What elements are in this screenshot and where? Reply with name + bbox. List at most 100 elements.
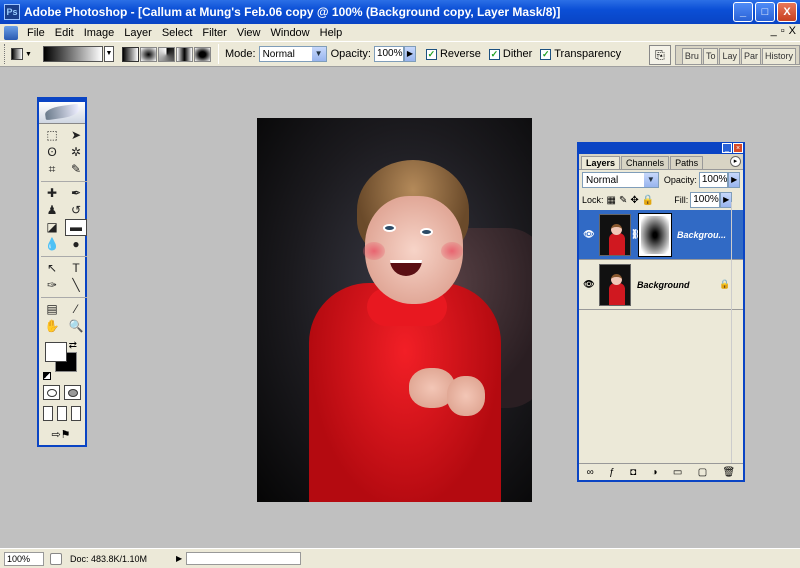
status-menu-arrow-icon[interactable]: ▶: [176, 554, 186, 563]
layer-opacity-slider-button[interactable]: ▶: [728, 172, 740, 188]
hand-tool-icon[interactable]: ✋: [41, 318, 63, 335]
full-screen-menu-mode-icon[interactable]: [57, 406, 67, 421]
add-mask-icon[interactable]: ◘: [630, 467, 636, 478]
minimize-button[interactable]: _: [733, 2, 753, 22]
layer-style-icon[interactable]: ƒ: [609, 467, 615, 478]
mode-select[interactable]: Normal ▼: [258, 46, 327, 62]
eraser-tool-icon[interactable]: ◪: [41, 219, 63, 236]
dodge-tool-icon[interactable]: ●: [65, 236, 87, 253]
layer-name[interactable]: Backgrou...: [677, 230, 731, 240]
opacity-slider-button[interactable]: ▶: [403, 46, 416, 62]
brush-tool-icon[interactable]: ✒: [65, 185, 87, 202]
layers-scrollbar[interactable]: [731, 202, 741, 464]
move-tool-icon[interactable]: ➤: [65, 127, 87, 144]
layer-row-background[interactable]: 👁 Background 🔒: [579, 260, 743, 310]
gradient-dropdown-button[interactable]: ▼: [104, 46, 114, 62]
visibility-eye-icon[interactable]: 👁: [579, 229, 599, 240]
well-tab-layer-comps[interactable]: Lay: [719, 48, 740, 64]
clone-stamp-tool-icon[interactable]: ♟: [41, 202, 63, 219]
layer-thumbnail[interactable]: [599, 213, 631, 256]
tab-channels[interactable]: Channels: [621, 156, 670, 169]
zoom-input[interactable]: 100%: [4, 551, 44, 566]
default-colors-icon[interactable]: [43, 372, 51, 380]
reflected-gradient-button[interactable]: [176, 46, 193, 62]
delete-layer-icon[interactable]: 🗑: [723, 467, 736, 478]
diamond-gradient-button[interactable]: [194, 46, 211, 62]
visibility-eye-icon[interactable]: 👁: [579, 279, 599, 290]
blend-mode-select[interactable]: Normal ▼: [582, 172, 659, 188]
opacity-input[interactable]: 100%: [373, 46, 404, 62]
lasso-tool-icon[interactable]: ʘ: [41, 144, 63, 161]
toolbox-header[interactable]: [39, 102, 85, 124]
angle-gradient-button[interactable]: [158, 46, 175, 62]
crop-tool-icon[interactable]: ⌗: [41, 161, 63, 178]
standard-screen-mode-icon[interactable]: [43, 406, 53, 421]
type-tool-icon[interactable]: T: [65, 260, 87, 277]
foreground-color-swatch[interactable]: [45, 342, 67, 362]
document-canvas[interactable]: [257, 118, 532, 502]
close-button[interactable]: X: [777, 2, 797, 22]
new-group-icon[interactable]: ▭: [673, 467, 682, 478]
imageready-jump-icon[interactable]: ⇨⚑: [43, 427, 79, 442]
notes-tool-icon[interactable]: ▤: [41, 301, 63, 318]
tab-paths[interactable]: Paths: [670, 156, 704, 169]
maximize-button[interactable]: □: [755, 2, 775, 22]
tab-layers[interactable]: Layers: [581, 156, 621, 169]
adjustment-layer-icon[interactable]: ◑: [652, 467, 658, 478]
path-selection-tool-icon[interactable]: ↖: [41, 260, 63, 277]
new-layer-icon[interactable]: ▢: [698, 467, 707, 478]
file-browser-icon[interactable]: ⎘: [648, 45, 671, 65]
menu-filter[interactable]: Filter: [197, 27, 231, 39]
menu-view[interactable]: View: [232, 27, 266, 39]
reverse-checkbox[interactable]: ✓ Reverse: [425, 48, 481, 60]
layer-opacity-input[interactable]: 100%: [698, 172, 729, 188]
mask-link-icon[interactable]: ⛓: [631, 229, 642, 240]
gradient-picker[interactable]: [43, 46, 103, 62]
gradient-tool-icon[interactable]: ▬: [65, 219, 87, 236]
tool-preset-picker[interactable]: ▼: [11, 45, 37, 63]
palette-menu-icon[interactable]: ▸: [730, 156, 741, 167]
full-screen-mode-icon[interactable]: [71, 406, 81, 421]
magic-wand-tool-icon[interactable]: ✲: [65, 144, 87, 161]
menu-layer[interactable]: Layer: [119, 27, 157, 39]
blur-tool-icon[interactable]: 💧: [41, 236, 63, 253]
doc-close-button[interactable]: X: [789, 25, 796, 37]
slice-tool-icon[interactable]: ✎: [65, 161, 87, 178]
lock-image-icon[interactable]: ✎: [619, 195, 627, 206]
palette-close-button[interactable]: ×: [733, 143, 743, 153]
pen-tool-icon[interactable]: ✑: [41, 277, 63, 294]
lock-position-icon[interactable]: ✥: [630, 195, 638, 206]
layer-name[interactable]: Background: [637, 280, 707, 290]
link-layers-icon[interactable]: ∞: [587, 467, 594, 478]
menu-help[interactable]: Help: [315, 27, 348, 39]
document-icon[interactable]: [4, 25, 18, 40]
eyedropper-tool-icon[interactable]: ⁄: [65, 301, 87, 318]
status-info-icon[interactable]: [50, 552, 62, 565]
well-tab-brushes[interactable]: Bru: [681, 48, 702, 64]
well-tab-tool-presets[interactable]: To: [702, 48, 719, 64]
dither-checkbox[interactable]: ✓ Dither: [488, 48, 532, 60]
lock-transparency-icon[interactable]: ▦: [607, 195, 616, 206]
menu-edit[interactable]: Edit: [50, 27, 79, 39]
radial-gradient-button[interactable]: [140, 46, 157, 62]
photoshop-app-icon[interactable]: Ps: [4, 4, 20, 20]
menu-image[interactable]: Image: [79, 27, 120, 39]
standard-mode-button[interactable]: [43, 385, 60, 400]
options-grip[interactable]: [4, 44, 7, 64]
marquee-tool-icon[interactable]: ⬚: [41, 127, 63, 144]
layer-thumbnail[interactable]: [599, 263, 631, 306]
well-tab-paragraph[interactable]: Par: [740, 48, 761, 64]
history-brush-tool-icon[interactable]: ↺: [65, 202, 87, 219]
doc-restore-button[interactable]: ▫: [781, 25, 785, 37]
linear-gradient-button[interactable]: [122, 46, 139, 62]
line-tool-icon[interactable]: ╲: [65, 277, 87, 294]
doc-minimize-button[interactable]: _: [771, 25, 777, 37]
quick-mask-mode-button[interactable]: [64, 385, 81, 400]
well-tab-history[interactable]: History: [761, 48, 796, 64]
menu-window[interactable]: Window: [266, 27, 315, 39]
palette-minimize-button[interactable]: _: [722, 143, 732, 153]
fill-input[interactable]: 100%: [690, 192, 721, 208]
layers-palette-titlebar[interactable]: _ ×: [579, 143, 743, 154]
layer-row-background-copy[interactable]: 👁 ⛓ Backgrou...: [579, 210, 743, 260]
swap-colors-icon[interactable]: ⇄: [69, 340, 77, 351]
